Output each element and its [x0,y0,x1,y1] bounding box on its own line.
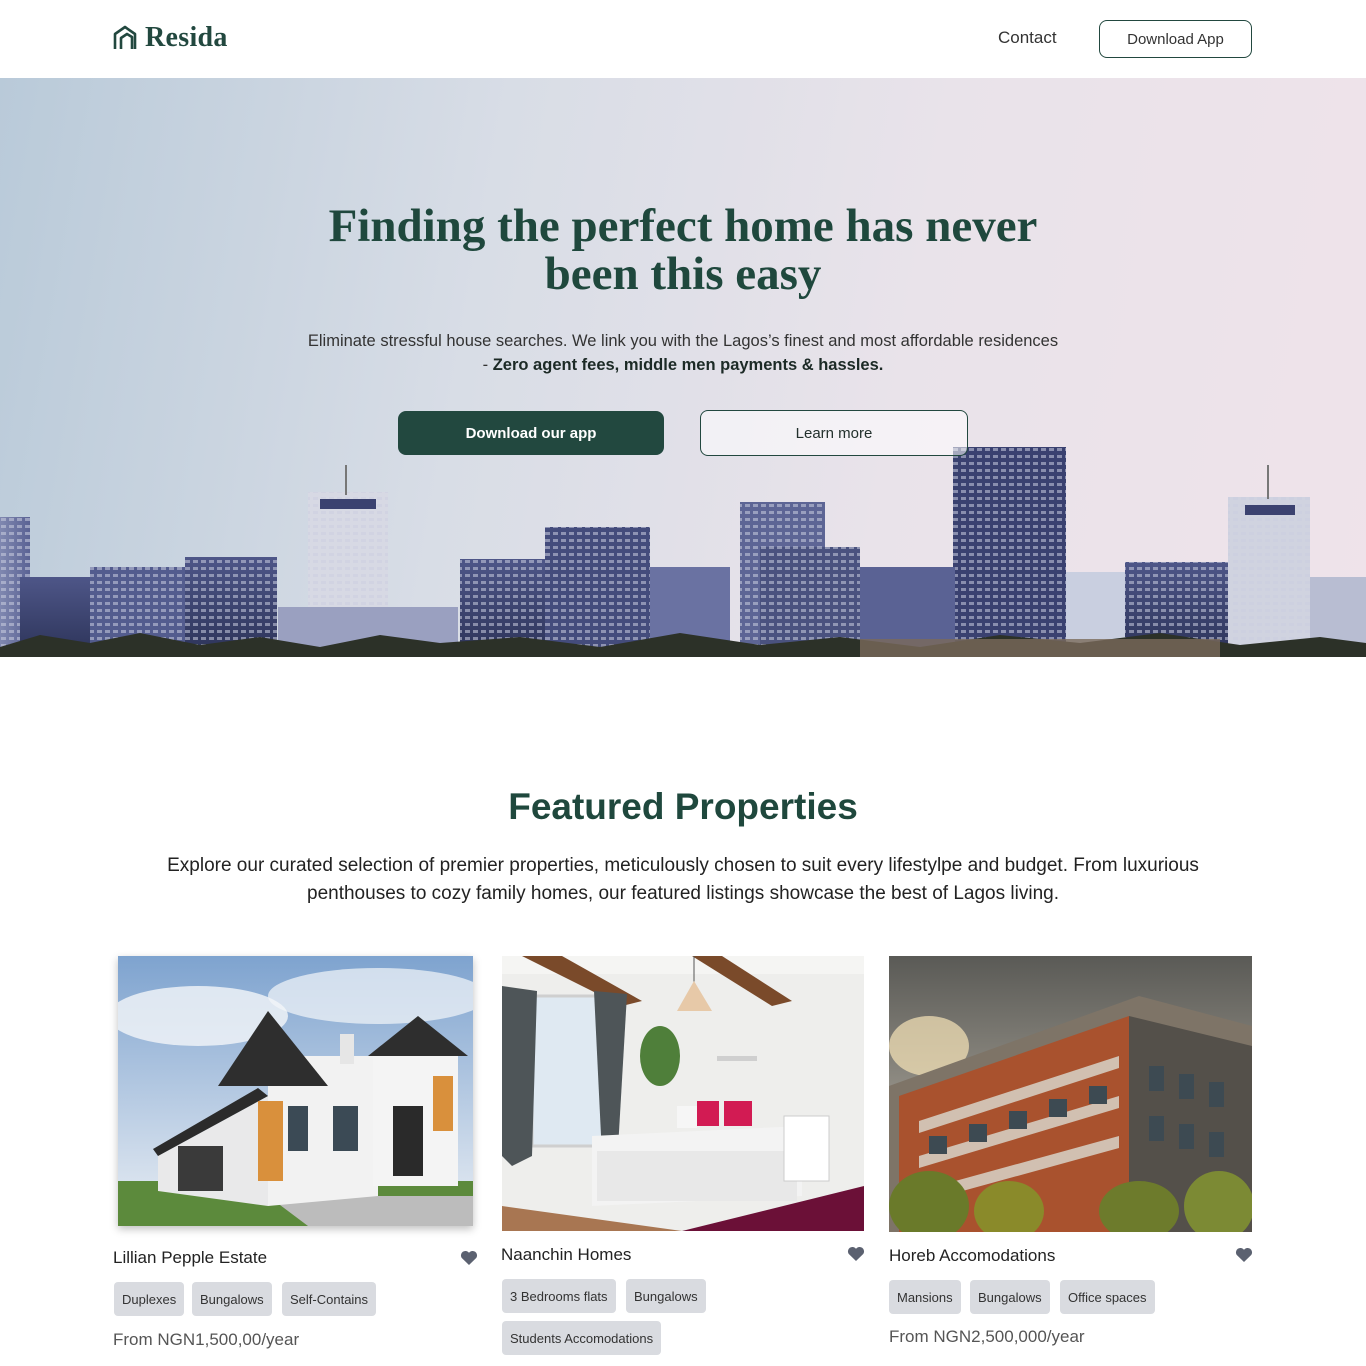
house-photo [118,956,473,1226]
hero-title: Finding the perfect home has never been … [328,200,1038,300]
hero-subtitle: Eliminate stressful house searches. We l… [303,329,1063,377]
hero-subtitle-emphasis: Zero agent fees, middle men payments & h… [492,356,884,374]
learn-more-button[interactable]: Learn more [700,410,968,456]
property-card[interactable]: Naanchin Homes 3 Bedrooms flats Bungalow… [501,956,866,1356]
property-tag: Office spaces [1060,1280,1155,1314]
heart-icon[interactable] [847,1246,865,1262]
property-tag: 3 Bedrooms flats [502,1279,616,1313]
top-navbar: Resida Contact Download App [0,0,1366,78]
property-tag: Mansions [889,1280,961,1314]
heart-icon[interactable] [1235,1247,1253,1263]
hero-section: Finding the perfect home has never been … [0,78,1366,657]
property-image[interactable] [889,956,1252,1232]
property-card[interactable]: Horeb Accomodations Mansions Bungalows O… [889,956,1254,1356]
contact-link[interactable]: Contact [998,28,1057,48]
property-name[interactable]: Lillian Pepple Estate [113,1248,267,1268]
property-tag: Bungalows [626,1279,706,1313]
property-image[interactable] [502,956,864,1231]
brand-name: Resida [145,22,228,53]
bedroom-photo [502,956,864,1231]
download-app-button[interactable]: Download App [1099,20,1252,58]
property-card[interactable]: Lillian Pepple Estate Duplexes Bungalows… [113,956,478,1356]
apartment-building-photo [889,956,1252,1232]
brand-logo[interactable]: Resida [113,22,228,54]
house-logo-icon [113,25,137,49]
property-tag: Students Accomodations [502,1321,662,1355]
property-image[interactable] [118,956,473,1226]
property-name[interactable]: Horeb Accomodations [889,1246,1055,1266]
featured-properties-subtitle: Explore our curated selection of premier… [167,855,1199,904]
property-tag: Bungalows [970,1280,1050,1314]
property-tag: Bungalows [192,1282,272,1316]
property-price: From NGN2,500,000/year [889,1327,1085,1346]
city-skyline-image [0,447,1366,657]
property-name[interactable]: Naanchin Homes [501,1245,631,1265]
property-tag: Duplexes [114,1282,185,1316]
featured-properties-title: Featured Properties [508,786,858,827]
property-tag: Self-Contains [282,1282,377,1316]
heart-icon[interactable] [460,1250,478,1266]
property-price: From NGN1,500,00/year [113,1330,300,1349]
download-our-app-button[interactable]: Download our app [398,411,664,455]
